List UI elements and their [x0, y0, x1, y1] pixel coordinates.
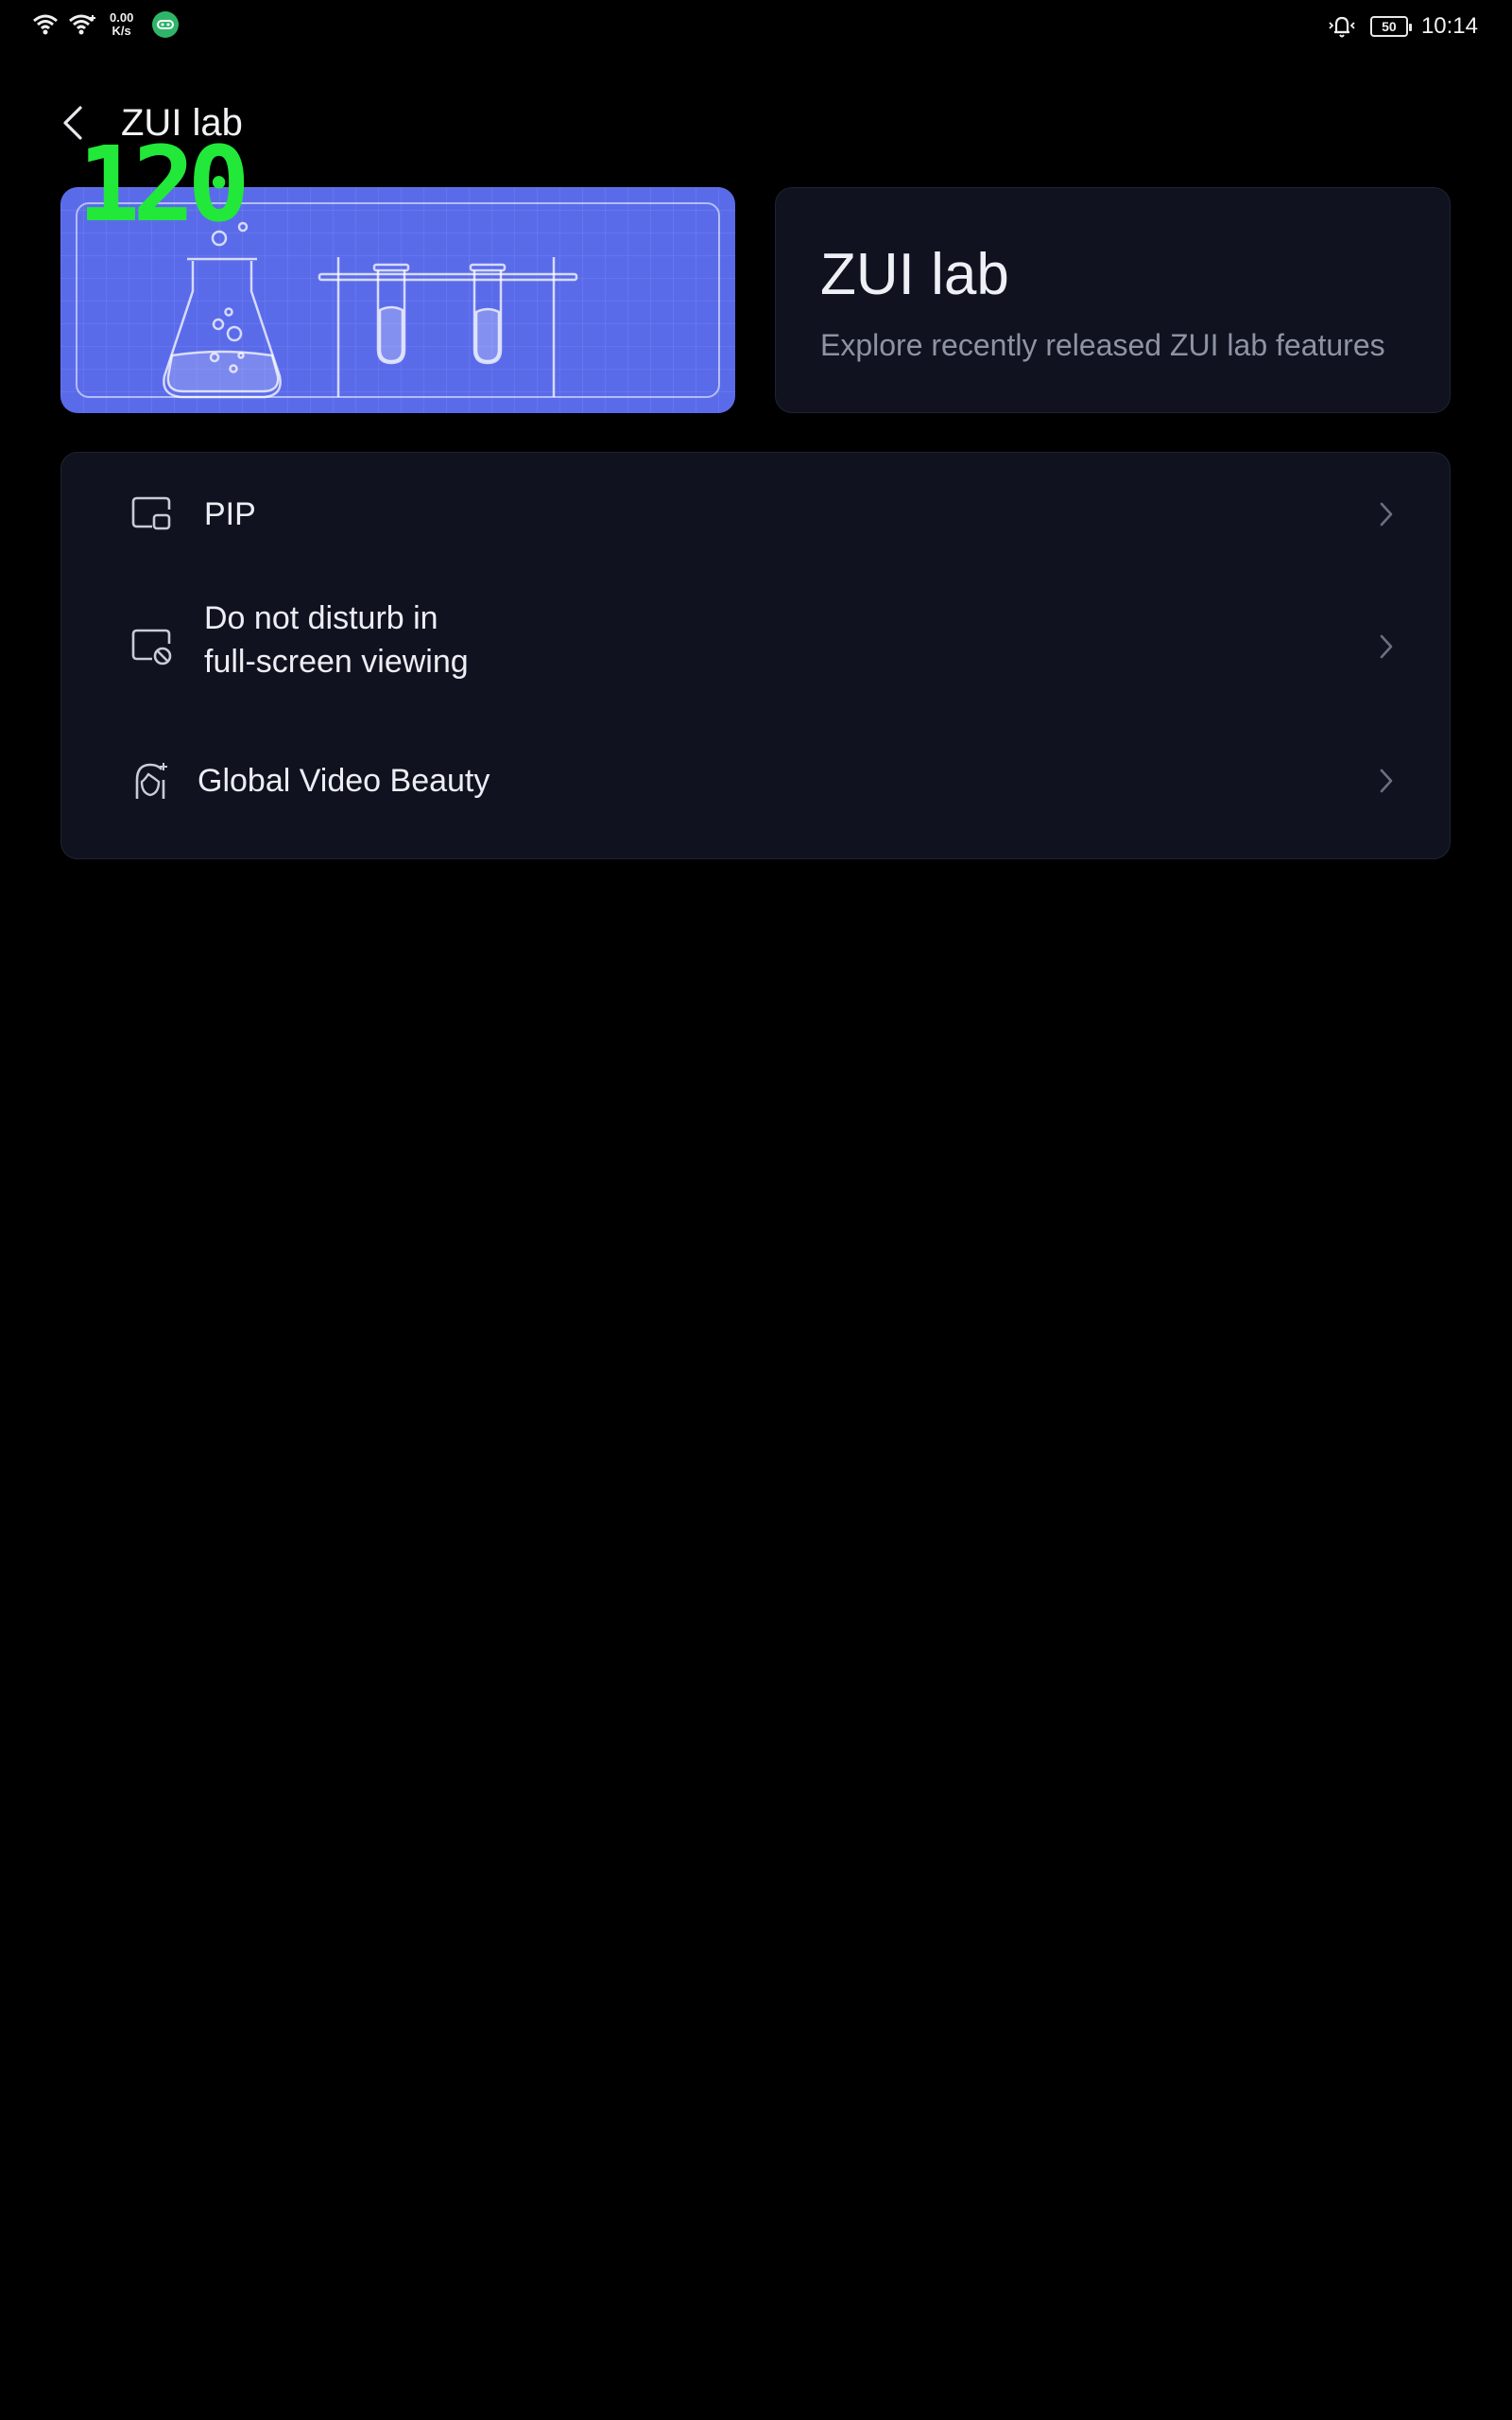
pip-label: PIP [204, 496, 256, 532]
hero-title: ZUI lab [820, 242, 1009, 307]
network-speed-unit: K/s [112, 24, 131, 38]
vibrate-bell-icon [1327, 13, 1357, 40]
network-speed: 0.00 K/s [110, 11, 133, 38]
wifi-secondary-icon [68, 13, 96, 36]
status-bar: 0.00 K/s 50 10:14 [0, 0, 1512, 55]
list-item-dnd-fullscreen[interactable]: Do not disturb in full-screen viewing [61, 576, 1450, 717]
dnd-fullscreen-icon [131, 629, 172, 666]
global-video-beauty-label: Global Video Beauty [198, 763, 490, 799]
chevron-right-icon [1380, 634, 1393, 659]
list-item-global-video-beauty[interactable]: Global Video Beauty [61, 717, 1450, 860]
lab-features-list: PIP Do not disturb in full-screen viewin… [60, 452, 1451, 859]
chevron-right-icon [1380, 502, 1393, 527]
network-speed-value: 0.00 [110, 10, 134, 25]
wifi-icon [32, 13, 59, 36]
dnd-fullscreen-label-line1: Do not disturb in [204, 600, 438, 636]
clock: 10:14 [1420, 13, 1478, 39]
status-bar-right: 50 10:14 [1327, 13, 1478, 40]
list-item-pip[interactable]: PIP [61, 453, 1450, 576]
pip-icon [131, 496, 171, 530]
hero-card: ZUI lab Explore recently released ZUI la… [775, 187, 1451, 413]
dnd-fullscreen-label: Do not disturb in full-screen viewing [204, 596, 469, 683]
face-beauty-icon [135, 763, 167, 799]
hero-subtitle: Explore recently released ZUI lab featur… [820, 328, 1385, 362]
chevron-right-icon [1380, 769, 1393, 793]
battery-icon: 50 [1369, 16, 1412, 37]
status-bar-left: 0.00 K/s [32, 11, 180, 38]
fps-counter-overlay: 120 [77, 124, 250, 245]
dnd-fullscreen-label-line2: full-screen viewing [204, 644, 469, 680]
app-notification-icon [152, 11, 180, 38]
battery-level: 50 [1382, 19, 1397, 34]
